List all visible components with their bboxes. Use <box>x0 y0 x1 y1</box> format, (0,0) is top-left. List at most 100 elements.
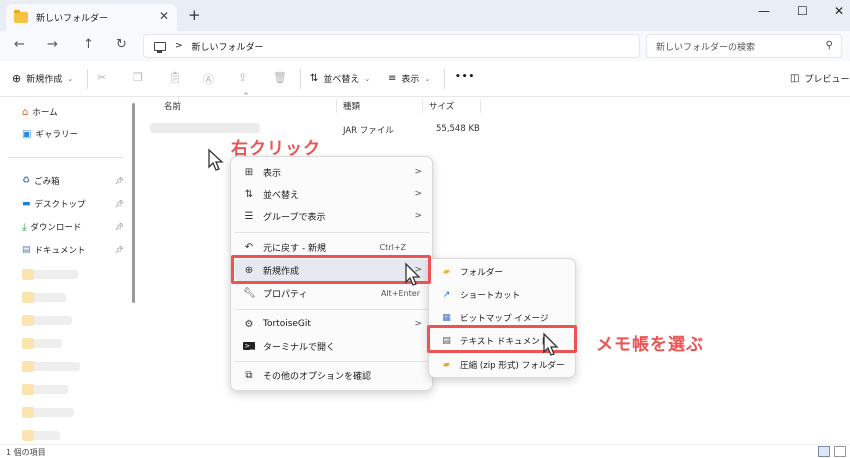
nav-item-blurred[interactable] <box>22 361 80 372</box>
share-icon[interactable]: ⇪ <box>238 71 247 84</box>
menu-item-sort[interactable]: ⇅ 並べ替え > <box>235 183 430 205</box>
column-header-type[interactable]: 種類 <box>343 100 360 112</box>
pin-icon[interactable]: 📌︎ <box>115 223 124 231</box>
menu-item-view[interactable]: ⊞ 表示 > <box>235 161 430 183</box>
menu-item-label: プロパティ <box>263 289 308 300</box>
nav-item-desktop[interactable]: ▬ デスクトップ <box>22 198 86 210</box>
details-view-button[interactable] <box>818 446 830 457</box>
menu-item-label: 表示 <box>263 168 282 179</box>
chevron-right-icon: > <box>414 189 422 199</box>
forward-arrow-icon[interactable]: → <box>47 37 58 52</box>
search-input[interactable]: 新しいフォルダーの検索 ⚲ <box>646 34 842 58</box>
mouse-cursor-icon <box>405 262 421 286</box>
pin-icon[interactable]: 📌︎ <box>115 177 124 185</box>
nav-label: ごみ箱 <box>34 177 60 187</box>
nav-label: ダウンロード <box>30 223 82 233</box>
pin-icon[interactable]: 📌︎ <box>115 200 124 208</box>
address-bar[interactable]: > 新しいフォルダー <box>143 34 640 58</box>
new-tab-button[interactable]: + <box>188 6 201 24</box>
highlight-new-item <box>231 255 431 284</box>
nav-item-downloads[interactable]: ⤓ ダウンロード <box>22 221 82 234</box>
menu-item-group-by[interactable]: ☰ グループで表示 > <box>235 205 430 227</box>
rename-icon[interactable]: Ⓐ <box>203 71 214 87</box>
more-options-button[interactable]: ••• <box>455 72 475 82</box>
paste-icon[interactable]: 📋︎ <box>168 71 182 84</box>
nav-item-blurred[interactable] <box>22 430 60 441</box>
pin-icon[interactable]: 📌︎ <box>115 246 124 254</box>
tab-close-button[interactable]: ✕ <box>159 9 169 23</box>
nav-item-documents[interactable]: ▤ ドキュメント <box>22 244 86 256</box>
sort-caret-icon: ^ <box>243 92 249 100</box>
nav-item-blurred[interactable] <box>22 407 74 418</box>
submenu-item-label: 圧縮 (zip 形式) フォルダー <box>460 361 565 371</box>
chevron-down-icon: ⌄ <box>67 74 74 83</box>
folder-icon: ▰ <box>443 267 450 277</box>
delete-icon[interactable]: 🗑︎ <box>273 71 287 84</box>
document-icon: ▤ <box>22 245 31 255</box>
menu-item-open-terminal[interactable]: >_ ターミナルで開く <box>235 335 430 357</box>
nav-label: ギャラリー <box>35 130 78 140</box>
column-header-name[interactable]: 名前 <box>164 100 181 112</box>
undo-icon: ↶ <box>244 241 254 253</box>
wrench-icon: 🔧︎ <box>243 287 256 299</box>
copy-icon[interactable]: ❐ <box>133 71 143 84</box>
this-pc-icon <box>154 41 166 53</box>
maximize-button[interactable]: ☐ <box>797 4 808 18</box>
column-header-size[interactable]: サイズ <box>429 100 454 112</box>
annotation-choose-notepad: メモ帳を選ぶ <box>596 335 704 355</box>
menu-item-properties[interactable]: 🔧︎ プロパティ Alt+Enter <box>235 282 430 304</box>
nav-divider <box>8 157 124 158</box>
nav-item-home[interactable]: ⌂ ホーム <box>22 106 58 119</box>
nav-label: ホーム <box>32 108 58 118</box>
chevron-right-icon: > <box>414 211 422 221</box>
nav-label: ドキュメント <box>34 246 86 256</box>
sort-icon: ⇅ <box>310 73 319 84</box>
minimize-button[interactable]: — <box>758 4 770 18</box>
new-button[interactable]: ⊕ 新規作成 ⌄ <box>12 72 73 85</box>
preview-pane-button[interactable]: ◫ プレビュー <box>790 72 849 85</box>
submenu-item-folder[interactable]: ▰ フォルダー <box>433 262 573 282</box>
download-icon: ⤓ <box>22 221 27 233</box>
nav-item-gallery[interactable]: ▣ ギャラリー <box>22 128 78 141</box>
menu-item-label: ターミナルで開く <box>263 342 336 353</box>
nav-item-blurred[interactable] <box>22 315 72 326</box>
menu-divider <box>235 309 430 310</box>
breadcrumb-current[interactable]: 新しいフォルダー <box>192 40 264 53</box>
menu-item-tortoisegit[interactable]: ⚙ TortoiseGit > <box>235 313 430 335</box>
close-window-button[interactable]: ✕ <box>834 4 844 18</box>
sort-button[interactable]: ⇅ 並べ替え ⌄ <box>310 72 370 85</box>
search-icon: ⚲ <box>825 40 833 51</box>
shortcut-arrow-icon: ↗ <box>442 290 451 300</box>
nav-item-blurred[interactable] <box>22 292 66 303</box>
up-arrow-icon[interactable]: ↑ <box>83 37 94 52</box>
nav-label: デスクトップ <box>34 200 86 210</box>
nav-item-blurred[interactable] <box>22 338 62 349</box>
mouse-cursor-icon <box>543 332 559 356</box>
nav-item-recycle-bin[interactable]: ♻ ごみ箱 <box>22 175 60 187</box>
refresh-icon[interactable]: ↻ <box>116 37 127 52</box>
tab-current-folder[interactable]: 新しいフォルダー ✕ <box>6 4 177 31</box>
nav-item-blurred[interactable] <box>22 384 68 395</box>
address-row: ← → ↑ ↻ > 新しいフォルダー 新しいフォルダーの検索 ⚲ <box>0 31 850 61</box>
file-type-cell: JAR ファイル <box>343 126 394 136</box>
cut-icon[interactable]: ✂ <box>97 71 106 84</box>
bitmap-image-icon: ▦ <box>442 313 451 323</box>
submenu-item-zip-folder[interactable]: ▰ 圧縮 (zip 形式) フォルダー <box>433 355 573 375</box>
shortcut-label: Alt+Enter <box>380 288 420 298</box>
file-name-blurred[interactable] <box>150 123 260 133</box>
menu-item-label: 並べ替え <box>263 190 300 201</box>
navigation-pane: ⌂ ホーム ▣ ギャラリー ♻ ごみ箱 📌︎ ▬ デスクトップ 📌︎ ⤓ ダウン… <box>0 97 139 444</box>
submenu-item-shortcut[interactable]: ↗ ショートカット <box>433 285 573 305</box>
nav-item-blurred[interactable] <box>22 269 78 280</box>
back-arrow-icon[interactable]: ← <box>14 37 25 52</box>
toolbar-divider <box>300 69 301 89</box>
tab-title: 新しいフォルダー <box>36 14 109 24</box>
home-icon: ⌂ <box>22 106 29 118</box>
breadcrumb-separator: > <box>175 41 183 51</box>
tiles-view-button[interactable] <box>834 446 846 457</box>
menu-item-label: 元に戻す - 新規 <box>263 243 326 254</box>
menu-divider <box>235 361 430 362</box>
nav-scrollbar[interactable] <box>132 103 135 303</box>
menu-item-more-options[interactable]: ⧉ その他のオプションを確認 <box>235 364 430 386</box>
view-button[interactable]: ≡ 表示 ⌄ <box>388 72 430 85</box>
